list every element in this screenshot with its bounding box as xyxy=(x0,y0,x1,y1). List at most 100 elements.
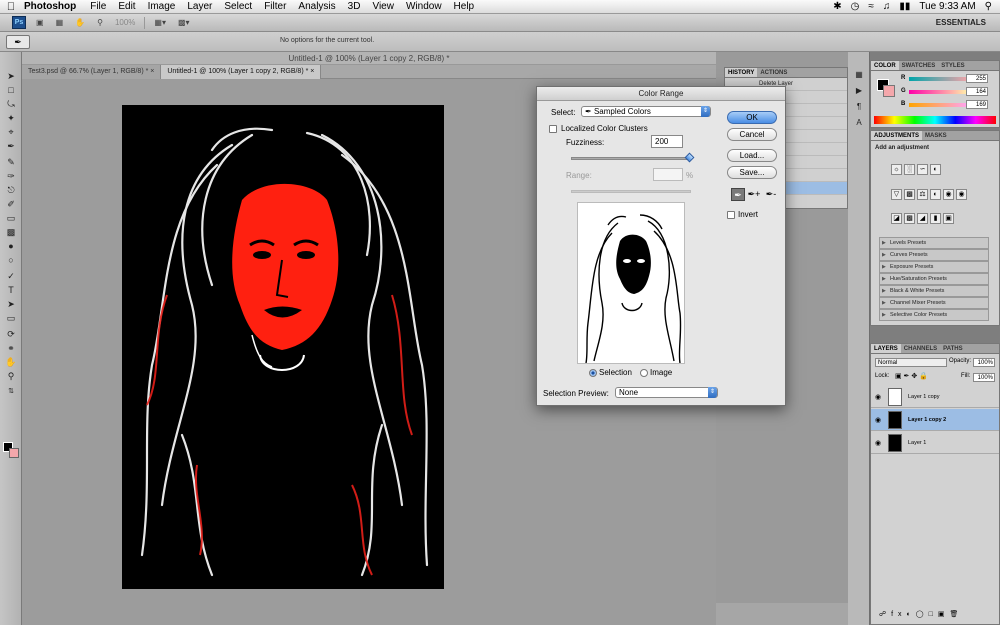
fill-field[interactable]: 100% xyxy=(973,373,995,382)
hue-saturation-presets[interactable]: Hue/Saturation Presets xyxy=(879,273,989,285)
layer-name[interactable]: Layer 1 copy xyxy=(908,394,940,400)
layer-row[interactable]: ◉ Layer 1 copy xyxy=(871,386,999,408)
brush-tool-icon[interactable]: ✑ xyxy=(4,170,18,182)
marquee-tool-icon[interactable]: □ xyxy=(4,84,18,96)
blue-slider[interactable] xyxy=(909,103,971,107)
tab-layers[interactable]: LAYERS xyxy=(871,344,901,353)
screen-mode-icon[interactable]: ▩▾ xyxy=(175,17,193,29)
tab-channels[interactable]: CHANNELS xyxy=(901,344,940,353)
channel-mixer-presets[interactable]: Channel Mixer Presets xyxy=(879,297,989,309)
levels-icon[interactable]: ░ xyxy=(904,164,915,175)
arrange-documents-icon[interactable]: ▦▾ xyxy=(151,17,169,29)
blend-mode-select[interactable]: Normal xyxy=(875,358,947,367)
menu-image[interactable]: Image xyxy=(142,1,182,12)
lock-icons[interactable]: ▣ ✒ ✥ 🔒 xyxy=(895,372,928,380)
clock-text[interactable]: Tue 9:33 AM xyxy=(919,1,975,12)
tab-test3[interactable]: Test3.psd @ 66.7% (Layer 1, RGB/8) * × xyxy=(22,65,162,79)
color-background-swatch[interactable] xyxy=(883,85,895,97)
load-button[interactable]: Load... xyxy=(727,149,777,162)
hue-saturation-icon[interactable]: ▩ xyxy=(904,189,915,200)
cancel-button[interactable]: Cancel xyxy=(727,128,777,141)
fuzziness-slider[interactable] xyxy=(571,157,691,160)
image-radio[interactable] xyxy=(640,369,648,377)
dodge-tool-icon[interactable]: ○ xyxy=(4,254,18,266)
select-dropdown[interactable]: ✒ Sampled Colors ⇕ xyxy=(581,106,711,117)
red-slider[interactable] xyxy=(909,77,971,81)
shape-tool-icon[interactable]: ▭ xyxy=(4,312,18,324)
history-panel-icon[interactable]: ▦ xyxy=(853,70,865,81)
menu-view[interactable]: View xyxy=(366,1,400,12)
tab-adjustments[interactable]: ADJUSTMENTS xyxy=(871,131,923,140)
layer-row[interactable]: ◉ Layer 1 xyxy=(871,432,999,454)
exposure-presets[interactable]: Exposure Presets xyxy=(879,261,989,273)
eyedropper-tool-icon[interactable]: ✒ xyxy=(4,140,18,152)
clock-icon[interactable]: ◷ xyxy=(851,1,860,12)
green-slider[interactable] xyxy=(909,90,971,94)
layer-footer-icons[interactable]: ☍fx◐◯□▣🗑 xyxy=(879,610,963,618)
tab-history[interactable]: HISTORY xyxy=(725,68,758,77)
selection-radio[interactable] xyxy=(589,369,597,377)
zoom-icon[interactable]: ⚲ xyxy=(94,17,106,29)
channel-mixer-icon[interactable]: ◉ xyxy=(956,189,967,200)
eraser-tool-icon[interactable]: ▭ xyxy=(4,212,18,224)
background-color-swatch[interactable] xyxy=(9,448,19,458)
magic-wand-tool-icon[interactable]: ✦ xyxy=(4,112,18,124)
swap-colors-icon[interactable]: ⇅ xyxy=(4,386,18,398)
battery-icon[interactable]: ▮▮ xyxy=(899,1,910,12)
menu-file[interactable]: File xyxy=(84,1,112,12)
eyedropper-sample-icon[interactable]: ✒ xyxy=(731,188,745,201)
fuzziness-slider-thumb[interactable] xyxy=(684,152,695,163)
visibility-eye-icon[interactable]: ◉ xyxy=(872,439,884,447)
menu-analysis[interactable]: Analysis xyxy=(292,1,341,12)
selective-color-presets[interactable]: Selective Color Presets xyxy=(879,309,989,321)
menu-help[interactable]: Help xyxy=(448,1,481,12)
close-icon[interactable]: × xyxy=(150,68,154,75)
selection-preview-dropdown[interactable]: None ⇕ xyxy=(615,387,718,398)
spotlight-icon[interactable]: ⚲ xyxy=(985,1,992,12)
layer-row[interactable]: ◉ Layer 1 copy 2 xyxy=(871,409,999,431)
hand-tool-icon[interactable]: ✋ xyxy=(4,356,18,368)
tab-color[interactable]: COLOR xyxy=(871,61,899,70)
tab-swatches[interactable]: SWATCHES xyxy=(899,61,939,70)
selective-color-icon[interactable]: ▣ xyxy=(943,213,954,224)
character-panel-icon[interactable]: A xyxy=(853,118,865,129)
visibility-eye-icon[interactable]: ◉ xyxy=(872,393,884,401)
black-white-presets[interactable]: Black & White Presets xyxy=(879,285,989,297)
invert-icon[interactable]: ◪ xyxy=(891,213,902,224)
eyedropper-subtract-icon[interactable]: ✒- xyxy=(764,188,778,201)
blue-value[interactable]: 169 xyxy=(966,100,988,109)
menu-select[interactable]: Select xyxy=(218,1,258,12)
wifi-icon[interactable]: ≈ xyxy=(868,1,874,12)
curves-presets[interactable]: Curves Presets xyxy=(879,249,989,261)
bridge-icon[interactable]: ▣ xyxy=(33,17,47,29)
save-button[interactable]: Save... xyxy=(727,166,777,179)
curves-icon[interactable]: ∽ xyxy=(917,164,928,175)
opacity-field[interactable]: 100% xyxy=(973,358,995,367)
menu-edit[interactable]: Edit xyxy=(112,1,141,12)
tab-paths[interactable]: PATHS xyxy=(940,344,965,353)
apple-icon[interactable]:  xyxy=(0,1,22,13)
brightness-contrast-icon[interactable]: ☼ xyxy=(891,164,902,175)
layer-name[interactable]: Layer 1 xyxy=(908,440,926,446)
menu-filter[interactable]: Filter xyxy=(258,1,292,12)
tab-actions[interactable]: ACTIONS xyxy=(757,68,790,77)
close-icon[interactable]: × xyxy=(310,68,314,75)
visibility-eye-icon[interactable]: ◉ xyxy=(872,416,884,424)
healing-brush-tool-icon[interactable]: ✎ xyxy=(4,156,18,168)
3d-rotate-tool-icon[interactable]: ⟳ xyxy=(4,328,18,340)
type-tool-icon[interactable]: T xyxy=(4,284,18,296)
hand-icon[interactable]: ✋ xyxy=(72,17,88,29)
tab-untitled-1[interactable]: Untitled-1 @ 100% (Layer 1 copy 2, RGB/8… xyxy=(161,65,322,79)
color-spectrum-bar[interactable] xyxy=(874,116,996,124)
ok-button[interactable]: OK xyxy=(727,111,777,124)
color-balance-icon[interactable]: ⚖ xyxy=(917,189,928,200)
threshold-icon[interactable]: ◢ xyxy=(917,213,928,224)
history-brush-tool-icon[interactable]: ✐ xyxy=(4,198,18,210)
bluetooth-icon[interactable]: ✱ xyxy=(833,1,841,12)
tool-preset-picker[interactable]: ✒ xyxy=(6,35,30,49)
green-value[interactable]: 164 xyxy=(966,87,988,96)
workspace-switcher[interactable]: ESSENTIALS xyxy=(936,18,986,27)
black-white-icon[interactable]: ◐ xyxy=(930,189,941,200)
move-tool-icon[interactable]: ➤ xyxy=(4,70,18,82)
menu-window[interactable]: Window xyxy=(400,1,448,12)
